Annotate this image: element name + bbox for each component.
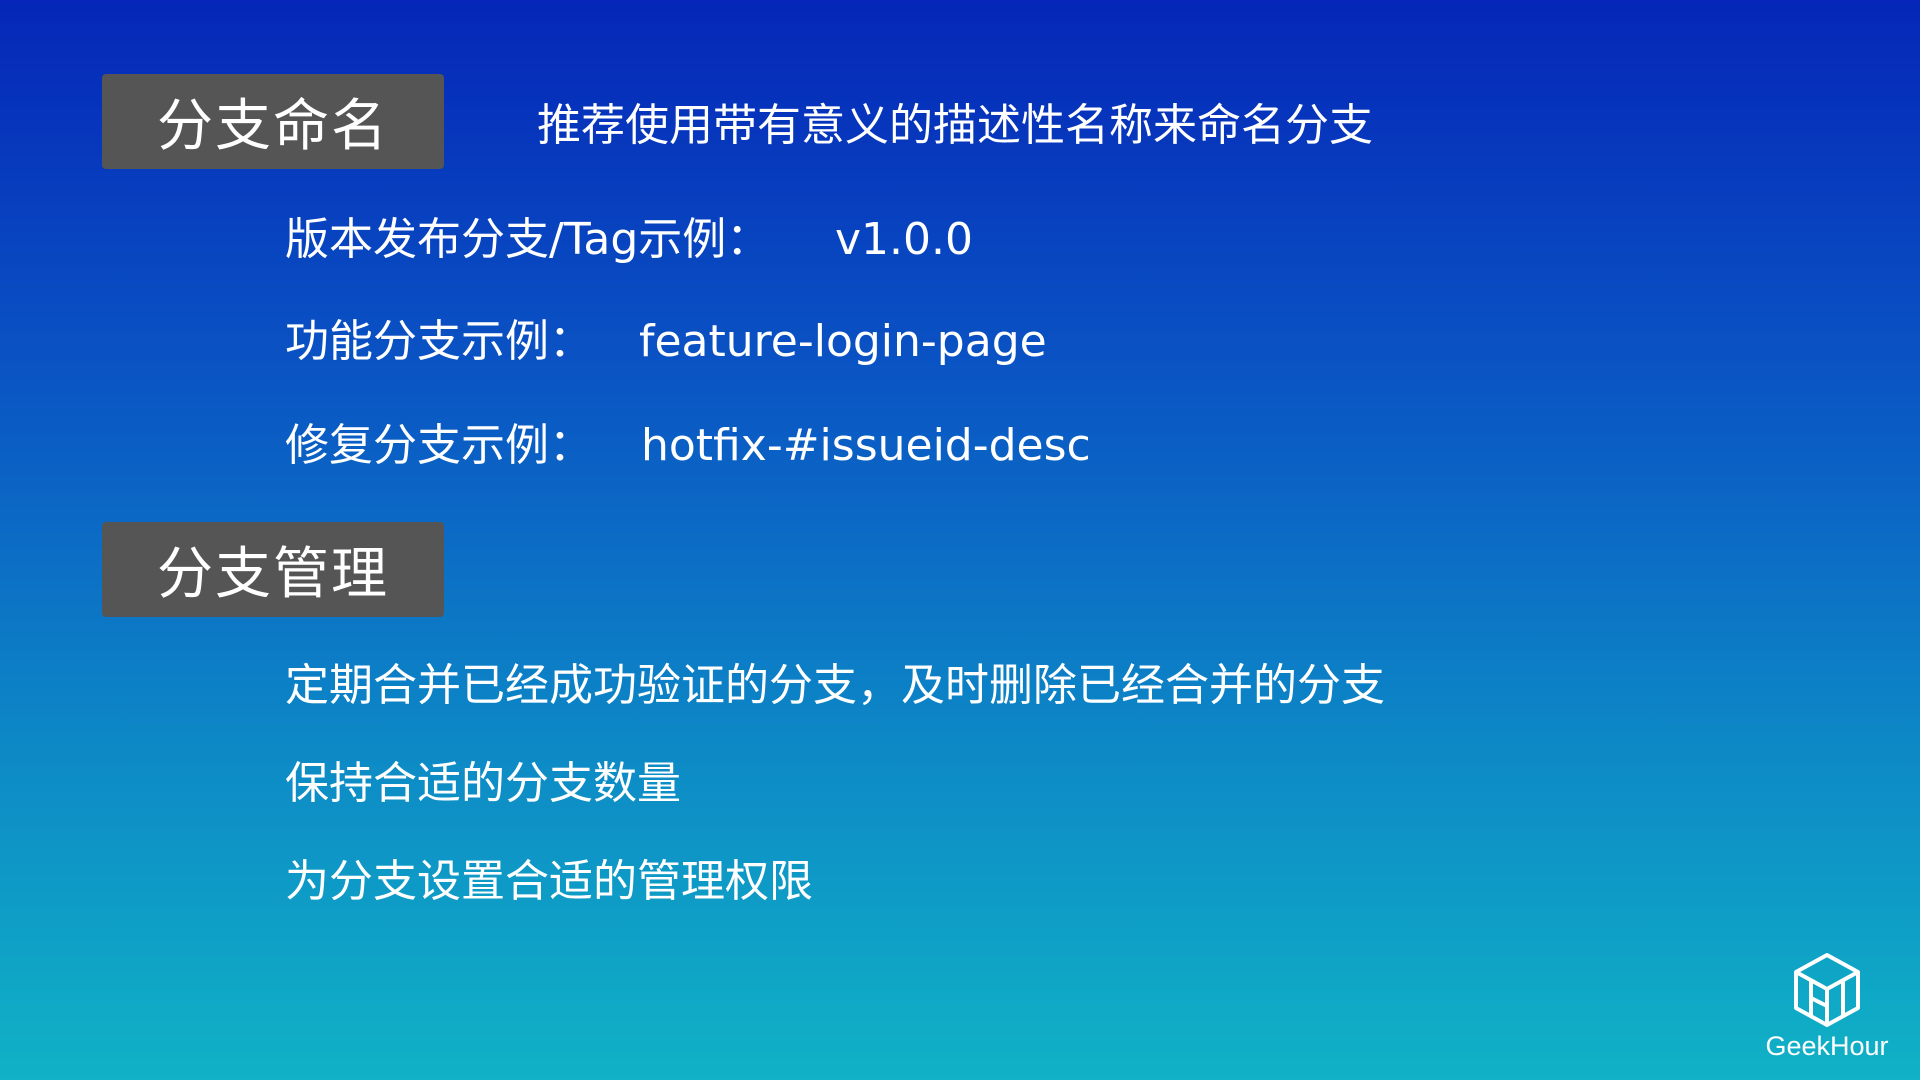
section-tag-branch-naming: 分支命名 <box>102 74 444 169</box>
feature-branch-value: feature-login-page <box>639 316 1047 367</box>
branch-naming-description: 推荐使用带有意义的描述性名称来命名分支 <box>537 100 1373 151</box>
feature-branch-label: 功能分支示例： <box>285 316 593 367</box>
hotfix-branch-example: 修复分支示例： hotfix-#issueid-desc <box>285 416 1091 476</box>
feature-branch-example: 功能分支示例： feature-login-page <box>285 312 1047 372</box>
release-branch-label: 版本发布分支/Tag示例： <box>285 214 771 265</box>
geekhour-cube-logo-icon <box>1794 953 1860 1027</box>
brand-name: GeekHour <box>1765 1031 1889 1061</box>
section-tag-branch-management: 分支管理 <box>102 522 444 617</box>
release-branch-value: v1.0.0 <box>835 214 973 265</box>
management-item: 保持合适的分支数量 <box>285 758 681 809</box>
section-tag-label: 分支命名 <box>157 94 389 159</box>
slide: 分支命名 推荐使用带有意义的描述性名称来命名分支 版本发布分支/Tag示例： v… <box>0 0 1920 1080</box>
section-tag-label: 分支管理 <box>157 542 389 607</box>
hotfix-branch-label: 修复分支示例： <box>285 420 593 471</box>
management-item: 为分支设置合适的管理权限 <box>285 856 813 907</box>
management-item: 定期合并已经成功验证的分支，及时删除已经合并的分支 <box>285 660 1385 711</box>
hotfix-branch-value: hotfix-#issueid-desc <box>641 420 1091 471</box>
geekhour-logo: GeekHour <box>1752 952 1902 1062</box>
release-branch-example: 版本发布分支/Tag示例： v1.0.0 <box>285 210 973 270</box>
